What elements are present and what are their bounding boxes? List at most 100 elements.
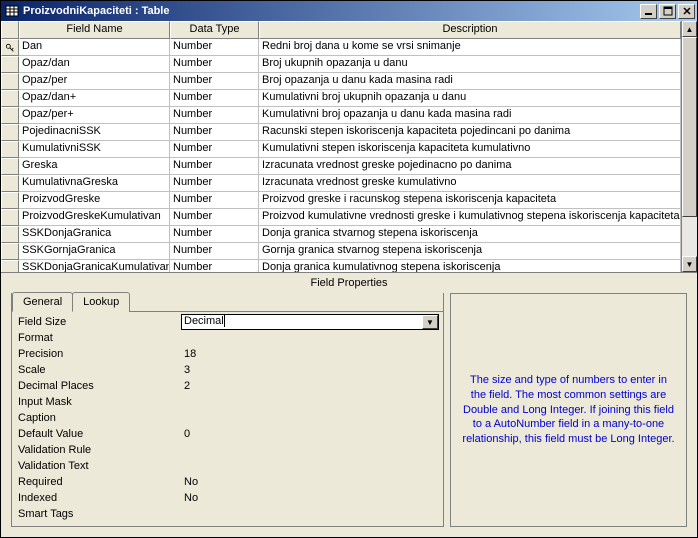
cell-description[interactable]: Broj opazanja u danu kada masina radi (259, 73, 681, 90)
cell-description[interactable]: Redni broj dana u kome se vrsi snimanje (259, 39, 681, 56)
column-header-fieldname[interactable]: Field Name (19, 21, 170, 39)
property-value[interactable] (181, 331, 439, 346)
table-row[interactable]: DanNumberRedni broj dana u kome se vrsi … (1, 39, 681, 56)
table-row[interactable]: Opaz/dan+NumberKumulativni broj ukupnih … (1, 90, 681, 107)
property-row[interactable]: Precision18 (16, 346, 439, 362)
row-selector[interactable] (1, 192, 19, 209)
cell-fieldname[interactable]: KumulativnaGreska (19, 175, 170, 192)
scroll-down-button[interactable]: ▼ (682, 256, 697, 272)
table-row[interactable]: Opaz/perNumberBroj opazanja u danu kada … (1, 73, 681, 90)
cell-fieldname[interactable]: PojedinacniSSK (19, 124, 170, 141)
row-selector[interactable] (1, 141, 19, 158)
cell-fieldname[interactable]: Greska (19, 158, 170, 175)
cell-description[interactable]: Kumulativni stepen iskoriscenja kapacite… (259, 141, 681, 158)
cell-datatype[interactable]: Number (170, 56, 259, 73)
cell-fieldname[interactable]: ProizvodGreske (19, 192, 170, 209)
table-row[interactable]: Opaz/danNumberBroj ukupnih opazanja u da… (1, 56, 681, 73)
cell-description[interactable]: Donja granica kumulativnog stepena iskor… (259, 260, 681, 272)
property-row[interactable]: RequiredNo (16, 474, 439, 490)
property-value[interactable]: 2 (181, 379, 439, 394)
cell-datatype[interactable]: Number (170, 141, 259, 158)
cell-fieldname[interactable]: KumulativniSSK (19, 141, 170, 158)
table-row[interactable]: ProizvodGreskeKumulativanNumberProizvod … (1, 209, 681, 226)
scroll-up-button[interactable]: ▲ (682, 21, 697, 37)
tab-general[interactable]: General (12, 292, 73, 312)
property-row[interactable]: Default Value0 (16, 426, 439, 442)
cell-description[interactable]: Proizvod kumulativne vrednosti greske i … (259, 209, 681, 226)
property-row[interactable]: Scale3 (16, 362, 439, 378)
row-selector[interactable] (1, 209, 19, 226)
maximize-button[interactable] (659, 4, 676, 19)
property-row[interactable]: Validation Text (16, 458, 439, 474)
cell-datatype[interactable]: Number (170, 209, 259, 226)
scroll-track[interactable] (682, 37, 697, 256)
cell-description[interactable]: Izracunata vrednost greske kumulativno (259, 175, 681, 192)
cell-description[interactable]: Kumulativni broj opazanja u danu kada ma… (259, 107, 681, 124)
row-selector[interactable] (1, 73, 19, 90)
property-row[interactable]: Field SizeDecimal▼ (16, 314, 439, 330)
property-value[interactable] (181, 507, 439, 522)
cell-description[interactable]: Gornja granica stvarnog stepena iskorisc… (259, 243, 681, 260)
cell-datatype[interactable]: Number (170, 226, 259, 243)
cell-datatype[interactable]: Number (170, 192, 259, 209)
cell-description[interactable]: Broj ukupnih opazanja u danu (259, 56, 681, 73)
row-selector[interactable] (1, 175, 19, 192)
scroll-thumb[interactable] (682, 37, 697, 217)
dropdown-button[interactable]: ▼ (422, 315, 438, 329)
table-row[interactable]: ProizvodGreskeNumberProizvod greske i ra… (1, 192, 681, 209)
cell-fieldname[interactable]: SSKGornjaGranica (19, 243, 170, 260)
row-selector[interactable] (1, 124, 19, 141)
property-value[interactable]: No (181, 475, 439, 490)
cell-fieldname[interactable]: SSKDonjaGranica (19, 226, 170, 243)
cell-datatype[interactable]: Number (170, 39, 259, 56)
row-selector[interactable] (1, 260, 19, 272)
cell-fieldname[interactable]: SSKDonjaGranicaKumulativan (19, 260, 170, 272)
cell-datatype[interactable]: Number (170, 158, 259, 175)
table-row[interactable]: SSKDonjaGranicaNumberDonja granica stvar… (1, 226, 681, 243)
cell-fieldname[interactable]: ProizvodGreskeKumulativan (19, 209, 170, 226)
table-row[interactable]: PojedinacniSSKNumberRacunski stepen isko… (1, 124, 681, 141)
table-row[interactable]: SSKGornjaGranicaNumberGornja granica stv… (1, 243, 681, 260)
property-value-input[interactable]: Decimal▼ (181, 314, 439, 330)
property-row[interactable]: IndexedNo (16, 490, 439, 506)
property-row[interactable]: Decimal Places2 (16, 378, 439, 394)
row-selector[interactable] (1, 243, 19, 260)
cell-datatype[interactable]: Number (170, 175, 259, 192)
vertical-scrollbar[interactable]: ▲ ▼ (681, 21, 697, 272)
close-button[interactable] (678, 4, 695, 19)
cell-fieldname[interactable]: Opaz/per+ (19, 107, 170, 124)
property-row[interactable]: Format (16, 330, 439, 346)
cell-fieldname[interactable]: Opaz/dan (19, 56, 170, 73)
property-row[interactable]: Input Mask (16, 394, 439, 410)
row-selector[interactable] (1, 226, 19, 243)
row-selector[interactable] (1, 90, 19, 107)
property-value[interactable] (181, 395, 439, 410)
property-value[interactable]: No (181, 491, 439, 506)
property-value[interactable]: 18 (181, 347, 439, 362)
property-row[interactable]: Caption (16, 410, 439, 426)
table-row[interactable]: KumulativnaGreskaNumberIzracunata vredno… (1, 175, 681, 192)
table-row[interactable]: Opaz/per+NumberKumulativni broj opazanja… (1, 107, 681, 124)
cell-description[interactable]: Proizvod greske i racunskog stepena isko… (259, 192, 681, 209)
table-row[interactable]: GreskaNumberIzracunata vrednost greske p… (1, 158, 681, 175)
row-selector[interactable] (1, 56, 19, 73)
property-value[interactable] (181, 459, 439, 474)
row-selector-header[interactable] (1, 21, 19, 39)
property-value[interactable]: 0 (181, 427, 439, 442)
property-value[interactable] (181, 411, 439, 426)
property-row[interactable]: Smart Tags (16, 506, 439, 522)
property-row[interactable]: Validation Rule (16, 442, 439, 458)
cell-description[interactable]: Donja granica stvarnog stepena iskorisce… (259, 226, 681, 243)
cell-fieldname[interactable]: Dan (19, 39, 170, 56)
tab-lookup[interactable]: Lookup (72, 292, 130, 312)
cell-datatype[interactable]: Number (170, 124, 259, 141)
grid-body[interactable]: DanNumberRedni broj dana u kome se vrsi … (1, 39, 681, 272)
cell-datatype[interactable]: Number (170, 243, 259, 260)
minimize-button[interactable] (640, 4, 657, 19)
cell-fieldname[interactable]: Opaz/dan+ (19, 90, 170, 107)
row-selector[interactable] (1, 158, 19, 175)
row-selector[interactable] (1, 39, 19, 56)
cell-datatype[interactable]: Number (170, 90, 259, 107)
cell-description[interactable]: Racunski stepen iskoriscenja kapaciteta … (259, 124, 681, 141)
cell-datatype[interactable]: Number (170, 260, 259, 272)
